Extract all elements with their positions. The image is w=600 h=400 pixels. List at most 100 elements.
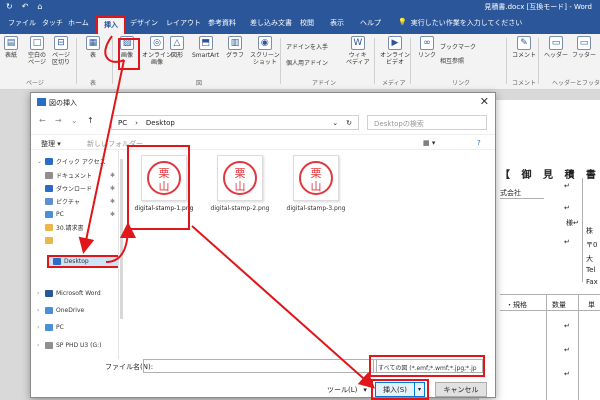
ribbon-group-comments: コメント bbox=[512, 80, 537, 87]
svg-text:山: 山 bbox=[311, 180, 322, 193]
svg-text:栗: 栗 bbox=[235, 167, 246, 180]
tab-review[interactable]: 校閲 bbox=[300, 18, 314, 28]
document-line: Tel bbox=[586, 266, 596, 274]
chevron-down-icon[interactable]: ⌄ bbox=[37, 158, 42, 165]
tell-me-box[interactable]: 💡 実行したい作業を入力してください bbox=[398, 18, 522, 28]
chevron-right-icon[interactable]: › bbox=[37, 342, 42, 349]
nav-item-pc[interactable]: PC ✱ bbox=[31, 208, 118, 221]
dialog-nav-row: ← → ⌄ ↑ PC › Desktop ⌄ ↻ Desktopの検索 bbox=[31, 112, 495, 132]
nav-item-microsoft-word[interactable]: › Microsoft Word bbox=[31, 287, 118, 300]
my-addins-button[interactable]: 個人用アドイン bbox=[286, 58, 328, 67]
file-item[interactable]: 栗 山 digital-stamp-2.png bbox=[205, 155, 275, 213]
close-icon[interactable]: ✕ bbox=[480, 95, 489, 108]
ribbon-group-links: リンク bbox=[452, 80, 471, 87]
screenshot-button[interactable]: ◉ スクリーン ショット bbox=[250, 36, 280, 66]
documents-icon bbox=[45, 172, 53, 179]
wikipedia-button[interactable]: W ウィキ ペディア bbox=[346, 36, 370, 66]
header-icon: ▭ bbox=[549, 36, 563, 50]
tab-design[interactable]: デザイン bbox=[130, 18, 158, 28]
header-button[interactable]: ▭ ヘッダー bbox=[544, 36, 568, 59]
blank-page-icon: □ bbox=[30, 36, 44, 50]
chart-button[interactable]: ▥ グラフ bbox=[226, 36, 244, 59]
smartart-button[interactable]: ⬒ SmartArt bbox=[192, 36, 219, 59]
chevron-right-icon[interactable]: › bbox=[37, 307, 42, 314]
tab-touch[interactable]: タッチ bbox=[42, 18, 63, 28]
chevron-right-icon[interactable]: › bbox=[37, 290, 42, 297]
search-input[interactable]: Desktopの検索 bbox=[367, 115, 487, 130]
title-bar: ↻ ↶ ⌂ 見積書.docx [互換モード] - Word bbox=[0, 0, 600, 14]
nav-item-pictures[interactable]: ピクチャ ✱ bbox=[31, 195, 118, 208]
table-header: 単 bbox=[588, 301, 595, 309]
footer-button[interactable]: ▭ フッター bbox=[572, 36, 596, 59]
video-icon: ▶ bbox=[388, 36, 402, 50]
table-header: 数量 bbox=[552, 301, 566, 309]
breadcrumb-separator: › bbox=[135, 118, 138, 127]
tab-home[interactable]: ホーム bbox=[68, 18, 89, 28]
computer-icon bbox=[45, 211, 53, 218]
bookmark-button[interactable]: ブックマーク bbox=[440, 42, 476, 51]
tab-layout[interactable]: レイアウト bbox=[166, 18, 201, 28]
up-arrow-icon[interactable]: ↑ bbox=[87, 116, 94, 125]
shapes-button[interactable]: △ 図形 bbox=[170, 36, 184, 59]
ribbon-group-tables: 表 bbox=[90, 80, 97, 87]
address-bar[interactable]: PC › Desktop ⌄ ↻ bbox=[111, 115, 359, 130]
breadcrumb-pc[interactable]: PC bbox=[118, 119, 127, 127]
filename-input[interactable] bbox=[143, 359, 377, 373]
file-type-highlight bbox=[369, 355, 485, 377]
link-icon: ∞ bbox=[420, 36, 434, 50]
nav-item-documents[interactable]: ドキュメント ✱ bbox=[31, 169, 118, 182]
recent-locations-icon[interactable]: ⌄ bbox=[71, 116, 78, 125]
cover-page-button[interactable]: ▤ 表紙 bbox=[4, 36, 18, 59]
view-options-icon[interactable]: ▦ ▾ bbox=[423, 139, 435, 147]
nav-item-desktop[interactable]: Desktop bbox=[47, 255, 118, 268]
nav-item-usb-drive[interactable]: › SP PHD U3 (G:) bbox=[31, 339, 118, 352]
tab-help[interactable]: ヘルプ bbox=[360, 18, 381, 28]
forward-arrow-icon[interactable]: → bbox=[55, 116, 62, 125]
desktop-icon bbox=[53, 258, 61, 265]
document-line: 様↵ bbox=[566, 219, 579, 227]
page-break-button[interactable]: ⊟ ページ 区切り bbox=[52, 36, 70, 66]
address-dropdown-icon[interactable]: ⌄ bbox=[332, 119, 338, 127]
file-name: digital-stamp-3.png bbox=[286, 205, 346, 212]
nav-item-invoices[interactable]: 30.請求書 bbox=[31, 221, 118, 234]
comment-button[interactable]: ✎ コメント bbox=[512, 36, 536, 59]
nav-item-onedrive[interactable]: › OneDrive bbox=[31, 304, 118, 317]
tab-insert[interactable]: 挿入 bbox=[96, 16, 126, 34]
tab-mailings[interactable]: 差し込み文書 bbox=[250, 18, 292, 28]
table-cell-mark: ↵ bbox=[564, 370, 570, 378]
dialog-title: 図の挿入 bbox=[49, 99, 77, 107]
tab-file[interactable]: ファイル bbox=[8, 18, 36, 28]
document-table-border bbox=[500, 294, 600, 295]
svg-text:山: 山 bbox=[235, 180, 246, 193]
chevron-down-icon: ▾ bbox=[363, 386, 367, 394]
blank-page-button[interactable]: □ 空白の ページ bbox=[28, 36, 46, 66]
tab-references[interactable]: 参考資料 bbox=[208, 18, 236, 28]
tab-view[interactable]: 表示 bbox=[330, 18, 344, 28]
cover-page-icon: ▤ bbox=[4, 36, 18, 50]
online-video-button[interactable]: ▶ オンライン ビデオ bbox=[380, 36, 410, 66]
cross-reference-button[interactable]: 相互参照 bbox=[440, 56, 464, 65]
refresh-icon[interactable]: ↻ bbox=[346, 119, 352, 127]
nav-item-folder[interactable] bbox=[31, 234, 118, 247]
navigation-scrollbar[interactable] bbox=[120, 159, 123, 319]
back-arrow-icon[interactable]: ← bbox=[39, 116, 46, 125]
table-button[interactable]: ▦ 表 bbox=[86, 36, 100, 59]
tools-button[interactable]: ツール(L) ▾ bbox=[327, 385, 367, 395]
document-table-border bbox=[546, 294, 547, 400]
nav-item-this-pc[interactable]: › PC bbox=[31, 321, 118, 334]
help-icon[interactable]: ? bbox=[477, 139, 481, 147]
file-item[interactable]: 栗 山 digital-stamp-3.png bbox=[281, 155, 351, 213]
ribbon-group-illustrations: 図 bbox=[196, 80, 203, 87]
chevron-right-icon[interactable]: › bbox=[37, 324, 42, 331]
link-button[interactable]: ∞ リンク bbox=[418, 36, 436, 59]
stamp-image: 栗 山 bbox=[223, 161, 257, 195]
insert-button-highlight bbox=[371, 379, 429, 400]
nav-item-downloads[interactable]: ダウンロード ✱ bbox=[31, 182, 118, 195]
get-addins-button[interactable]: アドインを入手 bbox=[286, 42, 328, 51]
online-pictures-button[interactable]: ◎ オンライン 画像 bbox=[142, 36, 172, 66]
ribbon-separator bbox=[374, 38, 375, 84]
breadcrumb-desktop[interactable]: Desktop bbox=[146, 119, 175, 127]
cancel-button[interactable]: キャンセル bbox=[435, 382, 487, 397]
organize-button[interactable]: 整理 ▾ bbox=[41, 139, 61, 149]
nav-item-quick-access[interactable]: ⌄ クイック アクセス bbox=[31, 155, 118, 168]
